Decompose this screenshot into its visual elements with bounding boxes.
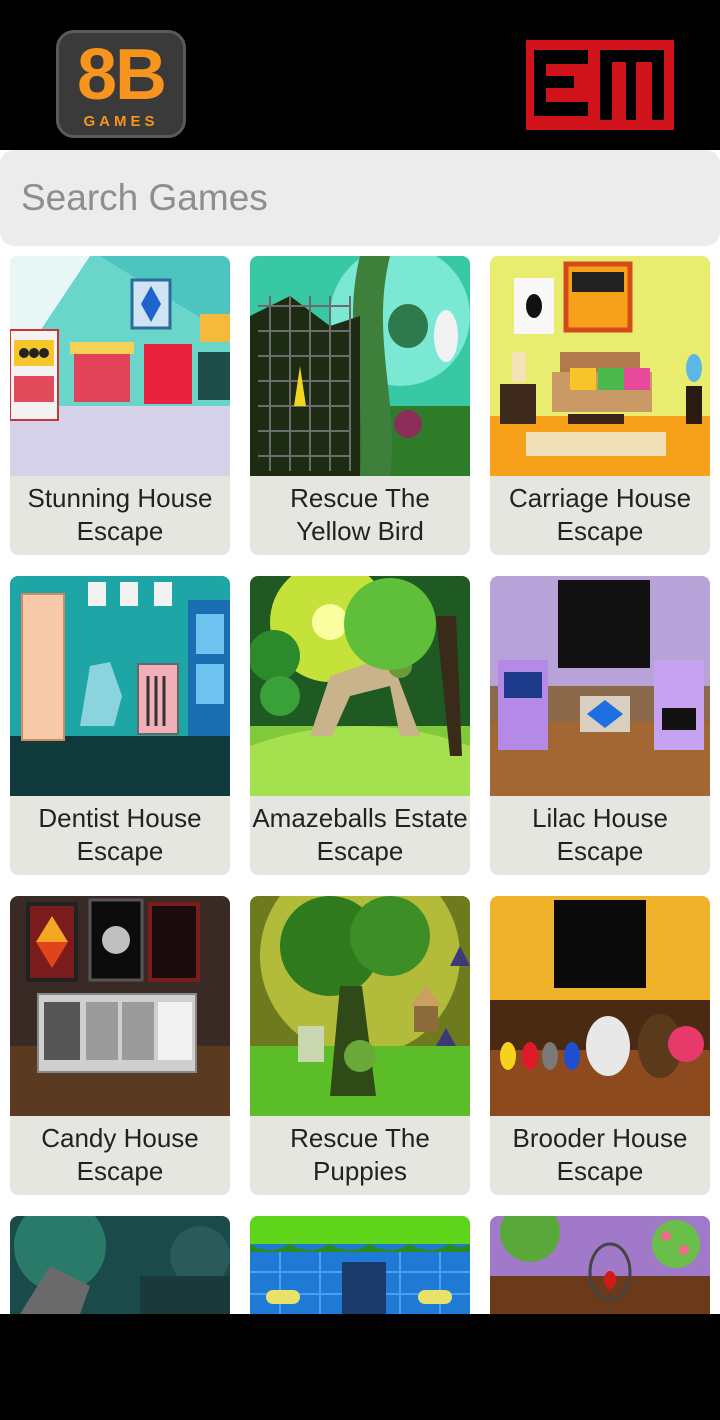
game-card-partial-2[interactable] bbox=[250, 1216, 470, 1314]
game-thumbnail bbox=[10, 1216, 230, 1314]
em-logo-icon bbox=[526, 40, 674, 130]
game-card-rescue-puppies[interactable]: Rescue The Puppies bbox=[250, 896, 470, 1195]
game-title: Lilac House Escape bbox=[532, 803, 668, 866]
bottom-bar bbox=[0, 1314, 720, 1420]
games-list-area[interactable]: Stunning House Escape Rescue The Yellow … bbox=[0, 150, 720, 1314]
game-title: Carriage House Escape bbox=[508, 483, 692, 546]
game-title: Dentist House Escape bbox=[38, 803, 202, 866]
logo-sub-text: GAMES bbox=[83, 113, 159, 130]
game-thumbnail bbox=[250, 1216, 470, 1314]
game-title: Rescue The Yellow Bird bbox=[290, 483, 430, 546]
game-thumbnail bbox=[490, 896, 710, 1116]
game-thumbnail bbox=[250, 896, 470, 1116]
8b-games-logo[interactable]: 8B GAMES bbox=[56, 30, 186, 138]
game-thumbnail bbox=[10, 896, 230, 1116]
app-header: 8B GAMES bbox=[0, 0, 720, 150]
game-card-candy-house[interactable]: Candy House Escape bbox=[10, 896, 230, 1195]
game-card-rescue-yellow-bird[interactable]: Rescue The Yellow Bird bbox=[250, 256, 470, 555]
game-title: Brooder House Escape bbox=[512, 1123, 688, 1186]
game-thumbnail bbox=[490, 576, 710, 796]
game-thumbnail bbox=[10, 256, 230, 476]
partner-logo[interactable] bbox=[526, 40, 674, 130]
game-thumbnail bbox=[490, 1216, 710, 1314]
game-title: Amazeballs Estate Escape bbox=[252, 803, 468, 866]
game-card-lilac-house[interactable]: Lilac House Escape bbox=[490, 576, 710, 875]
game-card-carriage-house[interactable]: Carriage House Escape bbox=[490, 256, 710, 555]
game-card-stunning-house[interactable]: Stunning House Escape bbox=[10, 256, 230, 555]
game-title: Rescue The Puppies bbox=[290, 1123, 430, 1186]
game-card-amazeballs-estate[interactable]: Amazeballs Estate Escape bbox=[250, 576, 470, 875]
search-bar bbox=[0, 150, 720, 246]
game-card-partial-1[interactable] bbox=[10, 1216, 230, 1314]
game-thumbnail bbox=[250, 256, 470, 476]
game-thumbnail bbox=[490, 256, 710, 476]
game-title: Stunning House Escape bbox=[27, 483, 213, 546]
game-card-dentist-house[interactable]: Dentist House Escape bbox=[10, 576, 230, 875]
game-title: Candy House Escape bbox=[41, 1123, 199, 1186]
game-thumbnail bbox=[10, 576, 230, 796]
game-card-brooder-house[interactable]: Brooder House Escape bbox=[490, 896, 710, 1195]
game-card-partial-3[interactable] bbox=[490, 1216, 710, 1314]
game-thumbnail bbox=[250, 576, 470, 796]
search-input[interactable] bbox=[0, 150, 720, 246]
logo-main-text: 8B bbox=[76, 35, 167, 115]
